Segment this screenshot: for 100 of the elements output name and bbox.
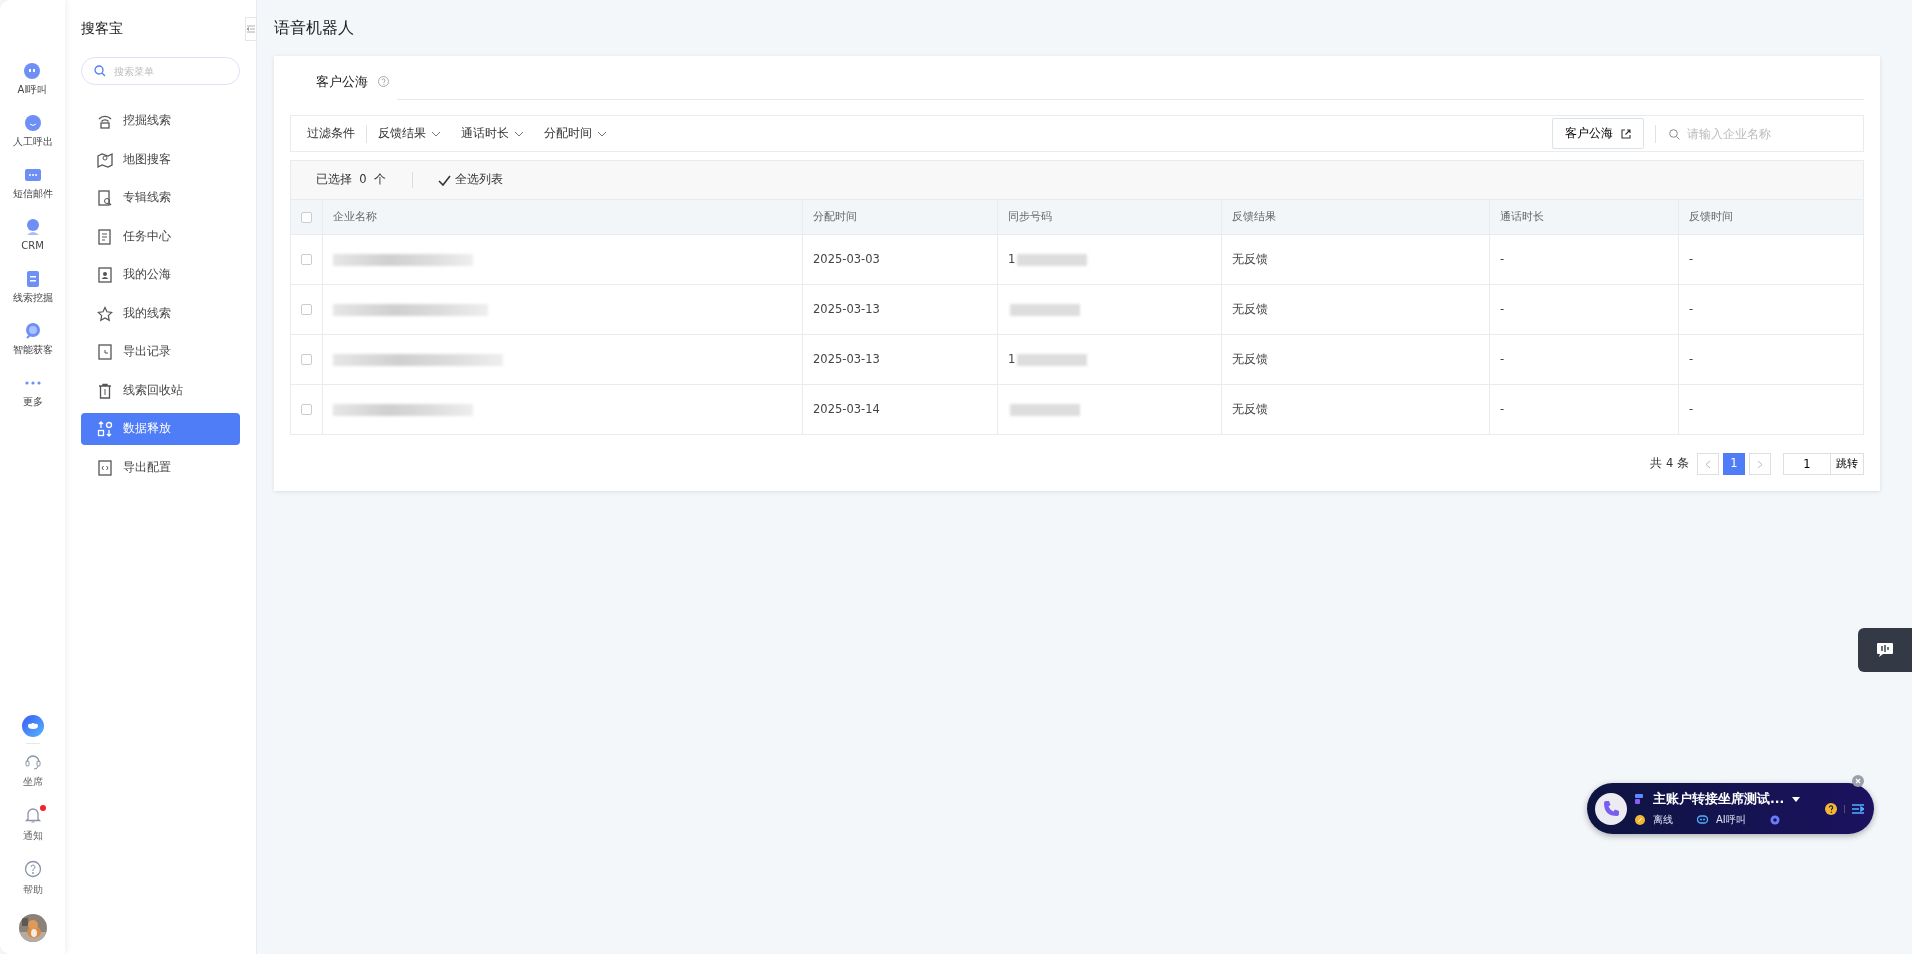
page-title: 语音机器人 [274, 17, 355, 39]
headset-icon[interactable] [23, 752, 42, 770]
rail-label[interactable]: 帮助 [22, 882, 43, 897]
table-cell: - [1679, 334, 1863, 384]
queue-icon [1635, 794, 1645, 804]
checkbox[interactable] [301, 354, 312, 365]
menu-item[interactable]: 我的公海 [81, 259, 240, 291]
chevron-left-icon [1705, 459, 1711, 469]
search-icon[interactable] [23, 322, 42, 340]
menu-icon[interactable] [1852, 803, 1864, 814]
check-icon [437, 174, 451, 186]
select-all-button[interactable]: 全选列表 [436, 170, 504, 190]
column-header: 反馈时间 [1679, 199, 1863, 234]
document-search-icon [97, 190, 113, 206]
table-cell: 2025-03-13 [803, 284, 998, 334]
checkbox[interactable] [301, 404, 312, 415]
filter-dropdown[interactable]: 通话时长 [461, 124, 524, 143]
close-icon [1855, 778, 1861, 784]
table-cell: 2025-03-14 [803, 384, 998, 434]
table-cell-text: 1 [1008, 350, 1016, 368]
agent-name: 主账户转接坐席测试... [1653, 789, 1785, 808]
star-icon [97, 305, 113, 322]
call-button[interactable] [1595, 792, 1627, 825]
tab[interactable]: 客户公海 [290, 71, 397, 100]
bell-icon[interactable] [23, 806, 42, 824]
total-count: 共 4 条 [1650, 455, 1689, 473]
app-logo-icon[interactable] [21, 715, 44, 737]
redacted-text [1017, 253, 1088, 266]
help-icon[interactable] [1825, 802, 1837, 815]
customer-pool-button[interactable]: 客户公海 [1552, 118, 1644, 149]
phone-icon [1602, 799, 1620, 818]
table-cell-text: 1 [1008, 250, 1016, 268]
collapse-icon [247, 25, 255, 33]
rail-label[interactable]: 坐席 [22, 774, 43, 789]
menu-item[interactable]: 挖掘线索 [81, 105, 240, 137]
sidebar-title: 搜客宝 [81, 19, 124, 38]
settings-icon[interactable] [1769, 814, 1780, 825]
checkbox[interactable] [301, 304, 312, 315]
status-text[interactable]: 离线 [1653, 812, 1673, 828]
menu-item[interactable]: 地图搜客 [81, 143, 240, 176]
rail-label[interactable]: 人工呼出 [12, 134, 53, 149]
feedback-button[interactable] [1858, 628, 1912, 672]
redacted-text [1010, 303, 1080, 316]
code-document-icon [97, 459, 113, 476]
chevron-right-icon [1757, 459, 1763, 469]
status-icon [1635, 814, 1645, 825]
rail-label[interactable]: 通知 [22, 828, 43, 843]
redacted-text [1017, 353, 1088, 366]
collapse-button[interactable] [245, 17, 257, 41]
robot-icon [1697, 815, 1708, 825]
caret-icon[interactable] [1792, 796, 1801, 802]
robot-icon[interactable] [23, 62, 42, 80]
table-cell: - [1490, 384, 1679, 434]
table-cell: - [1679, 384, 1863, 434]
menu-item[interactable]: 线索回收站 [81, 374, 240, 407]
menu-item[interactable]: 专辑线索 [81, 182, 240, 214]
smile-icon[interactable] [23, 114, 42, 132]
map-pin-icon [97, 151, 113, 168]
rail-label[interactable]: 短信邮件 [12, 186, 53, 201]
redacted-text [1010, 403, 1080, 416]
table-cell: 无反馈 [1222, 234, 1490, 284]
filter-dropdown[interactable]: 分配时间 [544, 124, 607, 143]
jump-button[interactable]: 跳转 [1830, 453, 1864, 475]
data-release-icon [97, 421, 113, 437]
rail-label[interactable]: AI呼叫 [17, 82, 48, 97]
rail-label[interactable]: 线索挖掘 [12, 290, 53, 305]
table-cell: - [1490, 234, 1679, 284]
table-cell: - [1679, 234, 1863, 284]
close-button[interactable] [1852, 775, 1864, 787]
chevron-down-icon [431, 130, 441, 137]
chevron-down-icon [597, 130, 607, 137]
mode-text[interactable]: AI呼叫 [1716, 812, 1746, 828]
rail-label[interactable]: 更多 [22, 394, 43, 409]
menu-item[interactable]: 导出记录 [81, 336, 240, 368]
page-number-field[interactable]: 1 [1783, 453, 1831, 475]
table-cell: 2025-03-03 [803, 234, 998, 284]
column-header: 企业名称 [323, 199, 803, 234]
table-cell: - [1679, 284, 1863, 334]
filter-label: 过滤条件 [307, 124, 355, 142]
antenna-icon [97, 113, 113, 129]
contact-card-icon [97, 267, 113, 283]
search-icon [94, 65, 106, 77]
checkbox[interactable] [301, 211, 312, 223]
menu-item[interactable]: 数据释放 [81, 413, 240, 445]
chevron-down-icon [514, 130, 524, 137]
checkbox[interactable] [301, 254, 312, 265]
external-link-icon [1621, 128, 1631, 139]
selected-count: 已选择 0 个 [316, 171, 386, 189]
menu-item[interactable]: 导出配置 [81, 451, 240, 484]
table-cell: 2025-03-13 [803, 334, 998, 384]
menu-item[interactable]: 任务中心 [81, 220, 240, 253]
page-button[interactable]: 1 [1723, 453, 1745, 475]
filter-dropdown[interactable]: 反馈结果 [378, 124, 441, 143]
trash-icon [97, 382, 113, 399]
menu-item[interactable]: 我的线索 [81, 297, 240, 330]
table-cell: 无反馈 [1222, 284, 1490, 334]
rail-label[interactable]: CRM [21, 238, 44, 253]
message-icon[interactable] [23, 166, 42, 184]
voice-message-icon [1876, 642, 1894, 658]
rail-label[interactable]: 智能获客 [12, 342, 53, 357]
